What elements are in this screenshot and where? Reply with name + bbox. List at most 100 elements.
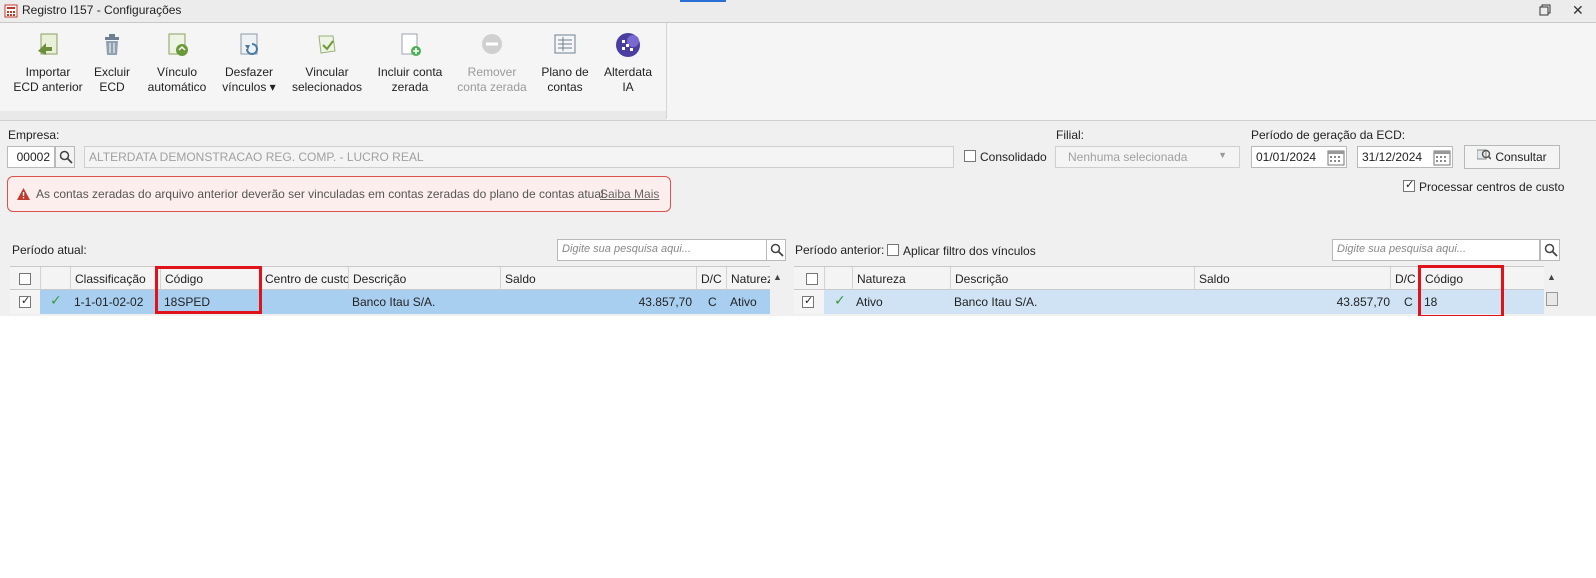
linked-check-icon: ✓	[50, 293, 62, 309]
link-selected-label: Vincular selecionados	[291, 65, 363, 94]
row-checkbox-cell[interactable]	[10, 290, 40, 314]
undo-links-button[interactable]: Desfazer vínculos ▾	[218, 31, 280, 95]
right-col-saldo[interactable]: Saldo	[1194, 267, 1390, 291]
row-checkbox[interactable]	[802, 294, 814, 308]
right-search-button[interactable]	[1540, 239, 1560, 261]
left-select-all[interactable]	[10, 267, 40, 291]
import-ecd-button[interactable]: Importar ECD anterior	[12, 31, 84, 95]
add-document-icon	[401, 33, 421, 56]
right-col-dc[interactable]: D/C	[1390, 267, 1420, 291]
left-col-centro[interactable]: Centro de custo	[260, 267, 348, 291]
link-selected-button[interactable]: Vincular selecionados	[290, 31, 364, 95]
consolidado-label: Consolidado	[980, 150, 1047, 164]
alterdata-ia-button[interactable]: Alterdata IA	[600, 31, 656, 95]
row-saldo: 43.857,70	[1336, 295, 1390, 309]
remove-zero-account-button[interactable]: Remover conta zerada	[456, 31, 528, 95]
processar-label: Processar centros de custo	[1419, 180, 1565, 194]
row-descricao: Banco Itau S/A.	[352, 295, 436, 309]
saiba-mais-link[interactable]: Saiba Mais	[600, 187, 659, 201]
window-title: Registro I157 - Configurações	[22, 3, 182, 17]
scroll-up-icon[interactable]: ▲	[773, 272, 782, 282]
right-panel-title: Período anterior:	[795, 243, 885, 257]
codigo-highlight-box	[1418, 265, 1504, 318]
left-search-input[interactable]: Digite sua pesquisa aqui...	[557, 239, 767, 261]
right-status-col	[824, 267, 852, 291]
periodo-label: Período de geração da ECD:	[1251, 128, 1406, 142]
alert-message: As contas zeradas do arquivo anterior de…	[36, 187, 608, 201]
left-col-descricao[interactable]: Descrição	[348, 267, 500, 291]
consultar-label: Consultar	[1495, 150, 1547, 164]
empresa-code-field[interactable]: 00002	[7, 146, 55, 168]
auto-link-button[interactable]: Vínculo automático	[142, 31, 212, 95]
restore-window-icon[interactable]	[1538, 3, 1552, 17]
row-checkbox[interactable]	[19, 294, 31, 308]
consultar-icon	[1476, 147, 1492, 169]
row-natureza: Ativo	[856, 295, 883, 309]
empresa-name-field: ALTERDATA DEMONSTRACAO REG. COMP. - LUCR…	[84, 146, 954, 168]
import-ecd-icon	[38, 33, 58, 55]
row-dc: C	[1404, 295, 1413, 309]
include-zero-account-label: Incluir conta zerada	[377, 65, 443, 94]
search-icon	[1544, 243, 1558, 257]
scroll-thumb[interactable]	[1546, 292, 1558, 306]
consultar-button[interactable]: Consultar	[1464, 145, 1560, 169]
auto-link-label: Vínculo automático	[147, 65, 207, 94]
chart-of-accounts-button[interactable]: Plano de contas	[536, 31, 594, 95]
right-select-all[interactable]	[794, 267, 824, 291]
include-zero-account-button[interactable]: Incluir conta zerada	[372, 31, 448, 95]
chevron-down-icon: ▼	[1218, 150, 1227, 160]
right-search-input[interactable]: Digite sua pesquisa aqui...	[1332, 239, 1540, 261]
ribbon-separator	[666, 23, 667, 119]
calendar-icon[interactable]	[1327, 148, 1345, 166]
undo-link-icon	[240, 33, 258, 55]
right-col-descricao[interactable]: Descrição	[950, 267, 1194, 291]
link-selected-icon	[318, 35, 336, 54]
left-scrollbar[interactable]: ▲	[770, 266, 786, 314]
alert-banner: As contas zeradas do arquivo anterior de…	[7, 176, 671, 212]
row-checkbox-cell[interactable]	[794, 290, 824, 314]
left-col-dc[interactable]: D/C	[696, 267, 726, 291]
scroll-up-icon[interactable]: ▲	[1547, 272, 1556, 282]
chart-of-accounts-label: Plano de contas	[541, 65, 589, 94]
right-col-natureza[interactable]: Natureza	[852, 267, 950, 291]
empresa-label: Empresa:	[8, 128, 60, 142]
app-calculator-icon	[4, 4, 18, 18]
warning-icon	[17, 188, 30, 200]
trash-icon	[105, 34, 119, 55]
auto-link-icon	[168, 33, 188, 56]
consolidado-checkbox[interactable]	[964, 150, 976, 162]
alterdata-ia-icon	[616, 33, 640, 57]
left-col-classificacao[interactable]: Classificação	[70, 267, 160, 291]
row-descricao: Banco Itau S/A.	[954, 295, 1038, 309]
filial-select-value: Nenhuma selecionada	[1068, 150, 1188, 164]
undo-links-label: Desfazer vínculos ▾	[222, 65, 276, 94]
left-search-button[interactable]	[766, 239, 786, 261]
table-row[interactable]: ✓ 1-1-01-02-02 18SPED Banco Itau S/A. 43…	[10, 290, 770, 314]
ribbon-group-footer	[0, 111, 666, 120]
title-bar: Registro I157 - Configurações ✕	[0, 0, 1596, 23]
left-grid-header: Classificação Código Centro de custo Des…	[10, 266, 770, 291]
linked-check-icon: ✓	[834, 293, 846, 309]
close-window-icon[interactable]: ✕	[1572, 2, 1584, 19]
row-dc: C	[708, 295, 717, 309]
left-col-saldo[interactable]: Saldo	[500, 267, 696, 291]
delete-ecd-label: Excluir ECD	[93, 65, 130, 94]
alterdata-ia-label: Alterdata IA	[603, 65, 653, 94]
ribbon-toolbar: Importar ECD anterior Excluir ECD Víncul…	[0, 23, 1596, 121]
select-all-checkbox[interactable]	[19, 273, 31, 285]
search-icon	[59, 150, 73, 164]
aplicar-filtro-checkbox[interactable]	[887, 244, 899, 256]
empresa-search-button[interactable]	[55, 146, 75, 168]
title-accent	[680, 0, 726, 2]
import-ecd-label: Importar ECD anterior	[13, 65, 83, 94]
right-scrollbar[interactable]: ▲	[1544, 266, 1560, 314]
codigo-highlight-box	[155, 266, 262, 314]
empty-area	[0, 316, 1596, 578]
left-col-natureza[interactable]: Naturez	[726, 267, 770, 291]
calendar-icon[interactable]	[1433, 148, 1451, 166]
chart-of-accounts-icon	[554, 34, 576, 54]
filial-select[interactable]: Nenhuma selecionada ▼	[1055, 146, 1240, 168]
delete-ecd-button[interactable]: Excluir ECD	[90, 31, 134, 95]
select-all-checkbox[interactable]	[806, 273, 818, 285]
processar-checkbox[interactable]	[1403, 178, 1415, 192]
